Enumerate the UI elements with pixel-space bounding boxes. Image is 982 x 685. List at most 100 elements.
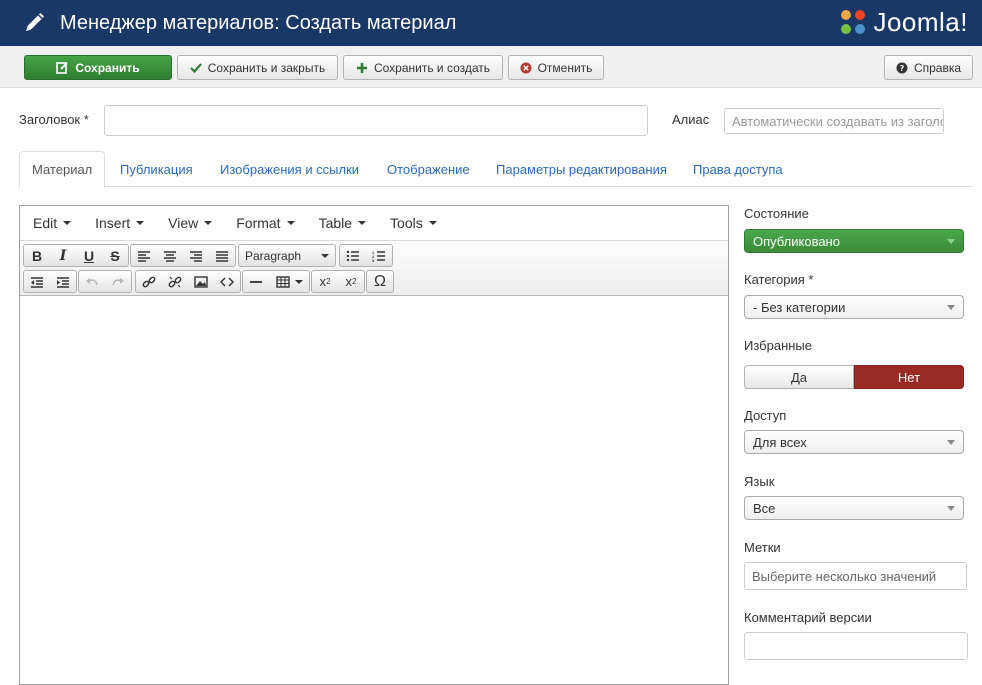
- joomla-logo[interactable]: Joomla!: [837, 6, 968, 38]
- language-value: Все: [753, 500, 776, 516]
- caret-down-icon: [204, 221, 213, 225]
- checkmark-icon: [189, 62, 202, 74]
- language-select[interactable]: Все: [744, 496, 964, 520]
- save-close-label: Сохранить и закрыть: [207, 60, 326, 75]
- menu-table[interactable]: Table: [318, 215, 367, 231]
- tab-publishing[interactable]: Публикация: [120, 151, 193, 187]
- format-select-value: Paragraph: [245, 248, 302, 263]
- link-icon[interactable]: [136, 271, 162, 292]
- state-select[interactable]: Опубликовано: [744, 229, 964, 253]
- page-title: Менеджер материалов: Создать материал: [60, 11, 457, 34]
- align-justify-icon[interactable]: [209, 245, 235, 266]
- save-button[interactable]: Сохранить: [24, 55, 172, 80]
- featured-toggle: Да Нет: [744, 365, 964, 389]
- featured-label: Избранные: [744, 338, 812, 353]
- save-new-label: Сохранить и создать: [373, 60, 491, 75]
- caret-down-icon: [294, 279, 303, 284]
- save-label: Сохранить: [75, 60, 140, 75]
- align-group: [130, 244, 236, 267]
- list-group: 123: [339, 244, 393, 267]
- menu-edit[interactable]: Edit: [33, 215, 72, 231]
- version-note-input[interactable]: [744, 632, 968, 660]
- menu-view-label: View: [168, 215, 199, 231]
- menu-table-label: Table: [318, 215, 353, 231]
- access-select[interactable]: Для всех: [744, 430, 964, 454]
- text-style-group: B I U S: [23, 244, 129, 267]
- plus-icon: [356, 62, 368, 74]
- title-label: Заголовок *: [19, 112, 89, 127]
- tab-permissions[interactable]: Права доступа: [693, 151, 783, 187]
- alias-input[interactable]: Автоматически создавать из заголовка: [724, 108, 944, 134]
- cancel-button[interactable]: Отменить: [508, 55, 604, 80]
- special-character-icon[interactable]: Ω: [367, 271, 393, 292]
- logo-text: Joomla!: [873, 6, 968, 37]
- tab-images-links[interactable]: Изображения и ссылки: [220, 151, 359, 187]
- tab-editing-options[interactable]: Параметры редактирования: [496, 151, 667, 187]
- caret-down-icon: [136, 221, 145, 225]
- caret-down-icon: [63, 221, 72, 225]
- align-right-icon[interactable]: [183, 245, 209, 266]
- insert-group: [135, 270, 241, 293]
- category-select[interactable]: - Без категории: [744, 295, 964, 319]
- redo-icon[interactable]: [105, 271, 131, 292]
- menu-insert[interactable]: Insert: [95, 215, 145, 231]
- menu-view[interactable]: View: [168, 215, 213, 231]
- unlink-icon[interactable]: [162, 271, 188, 292]
- cancel-label: Отменить: [537, 60, 593, 75]
- title-input[interactable]: [104, 105, 648, 136]
- tab-display[interactable]: Отображение: [387, 151, 470, 187]
- editor-toolbar: B I U S Paragraph 123 x 2 x 2 Ω: [20, 241, 728, 296]
- align-left-icon[interactable]: [131, 245, 157, 266]
- strikethrough-icon[interactable]: S: [102, 245, 128, 266]
- save-new-button[interactable]: Сохранить и создать: [343, 55, 503, 80]
- indent-group: [23, 270, 77, 293]
- special-char-group: Ω: [366, 270, 394, 293]
- help-label: Справка: [913, 60, 962, 75]
- caret-down-icon: [321, 253, 329, 258]
- superscript-icon[interactable]: x2: [338, 271, 364, 292]
- language-label: Язык: [744, 474, 775, 489]
- menu-format[interactable]: Format: [236, 215, 295, 231]
- editor-content-area[interactable]: [20, 296, 728, 684]
- help-button[interactable]: ? Справка: [884, 55, 973, 80]
- tags-input[interactable]: Выберите несколько значений: [744, 562, 967, 590]
- article-tabs: Материал Публикация Изображения и ссылки…: [19, 151, 973, 188]
- horizontal-rule-icon[interactable]: [243, 271, 269, 292]
- svg-text:3: 3: [372, 258, 375, 262]
- bold-icon[interactable]: B: [24, 245, 50, 266]
- pencil-icon: [22, 11, 46, 35]
- save-close-button[interactable]: Сохранить и закрыть: [177, 55, 338, 80]
- history-group: [78, 270, 132, 293]
- featured-yes-button[interactable]: Да: [744, 365, 854, 389]
- numbered-list-icon[interactable]: 123: [366, 245, 392, 266]
- tab-article[interactable]: Материал: [19, 151, 106, 188]
- access-label: Доступ: [744, 408, 787, 423]
- edit-icon: [56, 61, 69, 74]
- tags-label: Метки: [744, 540, 781, 555]
- page-header: Менеджер материалов: Создать материал Jo…: [0, 0, 982, 46]
- menu-tools[interactable]: Tools: [390, 215, 437, 231]
- subscript-icon[interactable]: x2: [312, 271, 338, 292]
- underline-icon[interactable]: U: [76, 245, 102, 266]
- menu-edit-label: Edit: [33, 215, 58, 231]
- image-icon[interactable]: [188, 271, 214, 292]
- code-icon[interactable]: [214, 271, 240, 292]
- access-value: Для всех: [753, 434, 807, 450]
- bullet-list-icon[interactable]: [340, 245, 366, 266]
- outdent-icon[interactable]: [24, 271, 50, 292]
- table-hr-group: [242, 270, 310, 293]
- editor-menubar: Edit Insert View Format Table Tools: [20, 206, 728, 241]
- menu-tools-label: Tools: [390, 215, 423, 231]
- indent-icon[interactable]: [50, 271, 76, 292]
- caret-down-icon: [947, 439, 955, 445]
- joomla-logo-icon: [841, 10, 866, 34]
- format-select[interactable]: Paragraph: [238, 244, 336, 267]
- undo-icon[interactable]: [79, 271, 105, 292]
- featured-no-button[interactable]: Нет: [854, 365, 964, 389]
- action-toolbar: Сохранить Сохранить и закрыть Сохранить …: [0, 46, 982, 88]
- table-icon[interactable]: [269, 271, 309, 292]
- caret-down-icon: [947, 505, 955, 511]
- state-label: Состояние: [744, 206, 809, 221]
- align-center-icon[interactable]: [157, 245, 183, 266]
- italic-icon[interactable]: I: [50, 245, 76, 266]
